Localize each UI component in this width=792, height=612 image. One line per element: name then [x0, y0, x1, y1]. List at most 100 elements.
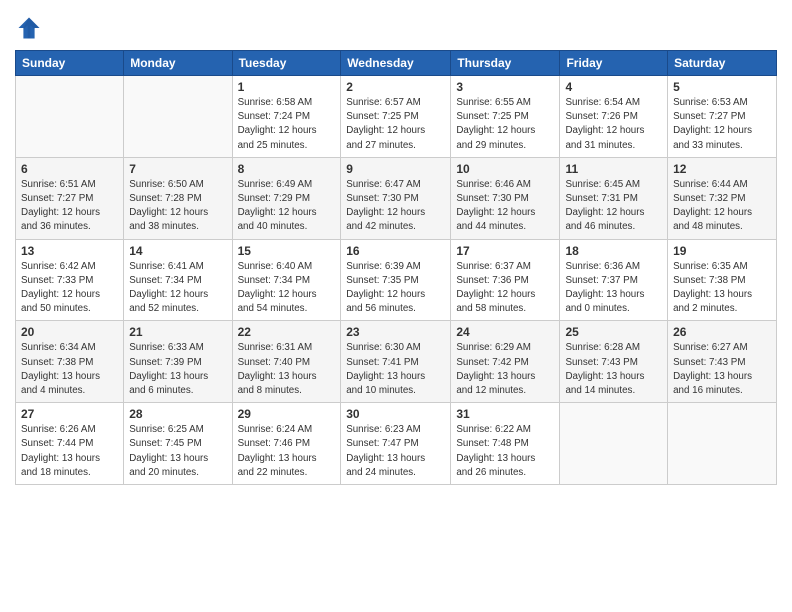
calendar-header: SundayMondayTuesdayWednesdayThursdayFrid…	[16, 51, 777, 76]
calendar-cell: 23 Sunrise: 6:30 AM Sunset: 7:41 PM Dayli…	[341, 321, 451, 403]
day-info: Sunrise: 6:29 AM Sunset: 7:42 PM Dayligh…	[456, 341, 554, 398]
day-number: 13	[21, 244, 118, 258]
day-info: Sunrise: 6:50 AM Sunset: 7:28 PM Dayligh…	[129, 178, 226, 235]
day-number: 12	[673, 162, 771, 176]
day-info: Sunrise: 6:58 AM Sunset: 7:24 PM Dayligh…	[238, 96, 336, 153]
calendar-cell: 5Sunrise: 6:53 AM Sunset: 7:27 PM Daylig…	[668, 76, 777, 158]
day-number: 7	[129, 162, 226, 176]
day-number: 28	[129, 407, 226, 421]
day-info: Sunrise: 6:23 AM Sunset: 7:47 PM Dayligh…	[346, 423, 445, 480]
calendar-cell: 14Sunrise: 6:41 AM Sunset: 7:34 PM Dayli…	[124, 239, 232, 321]
calendar-cell: 29Sunrise: 6:24 AM Sunset: 7:46 PM Dayli…	[232, 403, 341, 485]
day-info: Sunrise: 6:34 AM Sunset: 7:38 PM Dayligh…	[21, 341, 118, 398]
day-info: Sunrise: 6:44 AM Sunset: 7:32 PM Dayligh…	[673, 178, 771, 235]
calendar-cell: 8Sunrise: 6:49 AM Sunset: 7:29 PM Daylig…	[232, 157, 341, 239]
calendar-cell: 6 Sunrise: 6:51 AM Sunset: 7:27 PM Daylig…	[16, 157, 124, 239]
day-info: Sunrise: 6:28 AM Sunset: 7:43 PM Dayligh…	[565, 341, 662, 398]
calendar-cell: 13 Sunrise: 6:42 AM Sunset: 7:33 PM Dayli…	[16, 239, 124, 321]
calendar-cell: 19 Sunrise: 6:35 AM Sunset: 7:38 PM Dayli…	[668, 239, 777, 321]
calendar-week-2: 6 Sunrise: 6:51 AM Sunset: 7:27 PM Daylig…	[16, 157, 777, 239]
day-info: Sunrise: 6:36 AM Sunset: 7:37 PM Dayligh…	[565, 260, 662, 317]
calendar-cell: 26 Sunrise: 6:27 AM Sunset: 7:43 PM Dayli…	[668, 321, 777, 403]
day-info: Sunrise: 6:39 AM Sunset: 7:35 PM Dayligh…	[346, 260, 445, 317]
day-info: Sunrise: 6:41 AM Sunset: 7:34 PM Dayligh…	[129, 260, 226, 317]
weekday-wednesday: Wednesday	[341, 51, 451, 76]
calendar-cell	[668, 403, 777, 485]
day-info: Sunrise: 6:47 AM Sunset: 7:30 PM Dayligh…	[346, 178, 445, 235]
logo	[15, 14, 46, 42]
calendar-cell: 9 Sunrise: 6:47 AM Sunset: 7:30 PM Daylig…	[341, 157, 451, 239]
calendar-cell: 2 Sunrise: 6:57 AM Sunset: 7:25 PM Daylig…	[341, 76, 451, 158]
day-info: Sunrise: 6:33 AM Sunset: 7:39 PM Dayligh…	[129, 341, 226, 398]
day-number: 18	[565, 244, 662, 258]
calendar-cell: 21 Sunrise: 6:33 AM Sunset: 7:39 PM Dayli…	[124, 321, 232, 403]
day-number: 4	[565, 80, 662, 94]
calendar-cell: 10 Sunrise: 6:46 AM Sunset: 7:30 PM Dayli…	[451, 157, 560, 239]
day-info: Sunrise: 6:37 AM Sunset: 7:36 PM Dayligh…	[456, 260, 554, 317]
weekday-friday: Friday	[560, 51, 668, 76]
day-info: Sunrise: 6:55 AM Sunset: 7:25 PM Dayligh…	[456, 96, 554, 153]
day-number: 15	[238, 244, 336, 258]
day-number: 20	[21, 325, 118, 339]
day-number: 3	[456, 80, 554, 94]
calendar-cell	[560, 403, 668, 485]
weekday-tuesday: Tuesday	[232, 51, 341, 76]
day-number: 21	[129, 325, 226, 339]
calendar: SundayMondayTuesdayWednesdayThursdayFrid…	[15, 50, 777, 485]
day-info: Sunrise: 6:24 AM Sunset: 7:46 PM Dayligh…	[238, 423, 336, 480]
calendar-cell: 3 Sunrise: 6:55 AM Sunset: 7:25 PM Daylig…	[451, 76, 560, 158]
day-number: 26	[673, 325, 771, 339]
day-number: 2	[346, 80, 445, 94]
day-info: Sunrise: 6:42 AM Sunset: 7:33 PM Dayligh…	[21, 260, 118, 317]
calendar-cell: 11 Sunrise: 6:45 AM Sunset: 7:31 PM Dayli…	[560, 157, 668, 239]
day-info: Sunrise: 6:45 AM Sunset: 7:31 PM Dayligh…	[565, 178, 662, 235]
calendar-cell: 16Sunrise: 6:39 AM Sunset: 7:35 PM Dayli…	[341, 239, 451, 321]
calendar-cell: 7 Sunrise: 6:50 AM Sunset: 7:28 PM Daylig…	[124, 157, 232, 239]
calendar-cell: 20 Sunrise: 6:34 AM Sunset: 7:38 PM Dayli…	[16, 321, 124, 403]
day-info: Sunrise: 6:27 AM Sunset: 7:43 PM Dayligh…	[673, 341, 771, 398]
weekday-sunday: Sunday	[16, 51, 124, 76]
day-number: 27	[21, 407, 118, 421]
calendar-cell: 18 Sunrise: 6:36 AM Sunset: 7:37 PM Dayli…	[560, 239, 668, 321]
day-info: Sunrise: 6:40 AM Sunset: 7:34 PM Dayligh…	[238, 260, 336, 317]
calendar-cell: 17Sunrise: 6:37 AM Sunset: 7:36 PM Dayli…	[451, 239, 560, 321]
day-number: 24	[456, 325, 554, 339]
day-info: Sunrise: 6:30 AM Sunset: 7:41 PM Dayligh…	[346, 341, 445, 398]
calendar-cell: 30 Sunrise: 6:23 AM Sunset: 7:47 PM Dayli…	[341, 403, 451, 485]
day-info: Sunrise: 6:57 AM Sunset: 7:25 PM Dayligh…	[346, 96, 445, 153]
calendar-cell	[124, 76, 232, 158]
calendar-cell: 22Sunrise: 6:31 AM Sunset: 7:40 PM Dayli…	[232, 321, 341, 403]
day-number: 30	[346, 407, 445, 421]
calendar-cell: 24 Sunrise: 6:29 AM Sunset: 7:42 PM Dayli…	[451, 321, 560, 403]
day-info: Sunrise: 6:49 AM Sunset: 7:29 PM Dayligh…	[238, 178, 336, 235]
day-number: 23	[346, 325, 445, 339]
calendar-cell: 4 Sunrise: 6:54 AM Sunset: 7:26 PM Daylig…	[560, 76, 668, 158]
day-number: 25	[565, 325, 662, 339]
day-info: Sunrise: 6:54 AM Sunset: 7:26 PM Dayligh…	[565, 96, 662, 153]
day-number: 19	[673, 244, 771, 258]
weekday-thursday: Thursday	[451, 51, 560, 76]
day-info: Sunrise: 6:51 AM Sunset: 7:27 PM Dayligh…	[21, 178, 118, 235]
calendar-week-1: 1 Sunrise: 6:58 AM Sunset: 7:24 PM Daylig…	[16, 76, 777, 158]
calendar-week-3: 13 Sunrise: 6:42 AM Sunset: 7:33 PM Dayli…	[16, 239, 777, 321]
day-number: 6	[21, 162, 118, 176]
weekday-monday: Monday	[124, 51, 232, 76]
day-info: Sunrise: 6:25 AM Sunset: 7:45 PM Dayligh…	[129, 423, 226, 480]
day-info: Sunrise: 6:26 AM Sunset: 7:44 PM Dayligh…	[21, 423, 118, 480]
calendar-week-5: 27 Sunrise: 6:26 AM Sunset: 7:44 PM Dayli…	[16, 403, 777, 485]
weekday-header-row: SundayMondayTuesdayWednesdayThursdayFrid…	[16, 51, 777, 76]
day-number: 22	[238, 325, 336, 339]
day-number: 11	[565, 162, 662, 176]
calendar-cell: 12 Sunrise: 6:44 AM Sunset: 7:32 PM Dayli…	[668, 157, 777, 239]
day-number: 1	[238, 80, 336, 94]
calendar-cell: 31Sunrise: 6:22 AM Sunset: 7:48 PM Dayli…	[451, 403, 560, 485]
calendar-cell: 28 Sunrise: 6:25 AM Sunset: 7:45 PM Dayli…	[124, 403, 232, 485]
day-number: 9	[346, 162, 445, 176]
weekday-saturday: Saturday	[668, 51, 777, 76]
day-info: Sunrise: 6:46 AM Sunset: 7:30 PM Dayligh…	[456, 178, 554, 235]
logo-icon	[15, 14, 43, 42]
day-number: 10	[456, 162, 554, 176]
day-number: 31	[456, 407, 554, 421]
day-info: Sunrise: 6:35 AM Sunset: 7:38 PM Dayligh…	[673, 260, 771, 317]
page: SundayMondayTuesdayWednesdayThursdayFrid…	[0, 0, 792, 612]
